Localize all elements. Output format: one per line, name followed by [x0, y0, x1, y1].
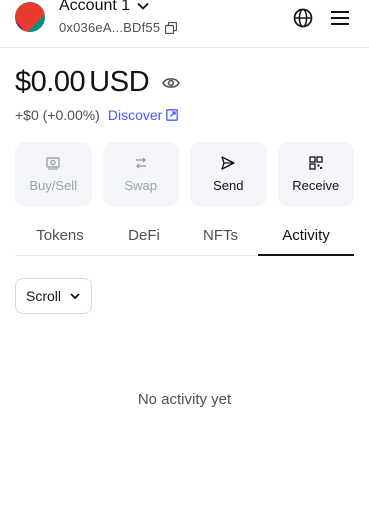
send-icon — [221, 156, 235, 170]
account-selector[interactable]: Account 1 — [59, 0, 150, 15]
discover-label: Discover — [107, 107, 163, 123]
header: Account 1 0x036eA...BDf55 — [0, 0, 369, 48]
card-icon — [46, 157, 60, 170]
swap-icon — [135, 157, 146, 169]
swap-label: Swap — [124, 178, 158, 193]
balance-currency: USD — [89, 66, 150, 98]
tab-nfts[interactable]: NFTs — [183, 222, 258, 256]
eye-icon[interactable] — [162, 74, 181, 92]
discover-link[interactable]: Discover — [107, 107, 179, 123]
receive-label: Receive — [292, 178, 340, 193]
balance: $0.00 USD — [15, 66, 181, 99]
chevron-down-icon — [137, 2, 149, 10]
chevron-down-icon — [70, 293, 80, 300]
tab-bar: Tokens DeFi NFTs Activity — [15, 222, 354, 256]
tab-activity[interactable]: Activity — [258, 222, 354, 256]
qr-icon — [309, 156, 323, 170]
send-button[interactable]: Send — [190, 142, 267, 206]
empty-state-message: No activity yet — [137, 391, 232, 408]
globe-icon[interactable] — [291, 6, 315, 30]
action-buttons: Buy/Sell Swap Send Receive — [15, 142, 354, 206]
account-avatar[interactable] — [15, 2, 45, 32]
send-label: Send — [213, 178, 244, 193]
copy-icon[interactable] — [165, 21, 178, 34]
address-text: 0x036eA...BDf55 — [59, 20, 161, 35]
balance-change-row: +$0 (+0.00%) Discover — [15, 107, 179, 123]
tab-defi[interactable]: DeFi — [105, 222, 183, 256]
external-link-icon — [166, 109, 179, 121]
receive-button[interactable]: Receive — [277, 142, 354, 206]
tab-tokens[interactable]: Tokens — [15, 222, 105, 256]
buy-sell-button[interactable]: Buy/Sell — [15, 142, 92, 206]
balance-amount: $0.00 — [15, 66, 86, 98]
swap-button[interactable]: Swap — [102, 142, 179, 206]
buy-sell-label: Buy/Sell — [29, 178, 78, 193]
account-name: Account 1 — [59, 0, 131, 14]
balance-change: +$0 (+0.00%) — [15, 107, 100, 123]
network-filter-dropdown[interactable]: Scroll — [15, 278, 92, 314]
network-filter-label: Scroll — [25, 288, 61, 304]
menu-icon[interactable] — [328, 6, 352, 30]
account-address: 0x036eA...BDf55 — [59, 20, 178, 35]
